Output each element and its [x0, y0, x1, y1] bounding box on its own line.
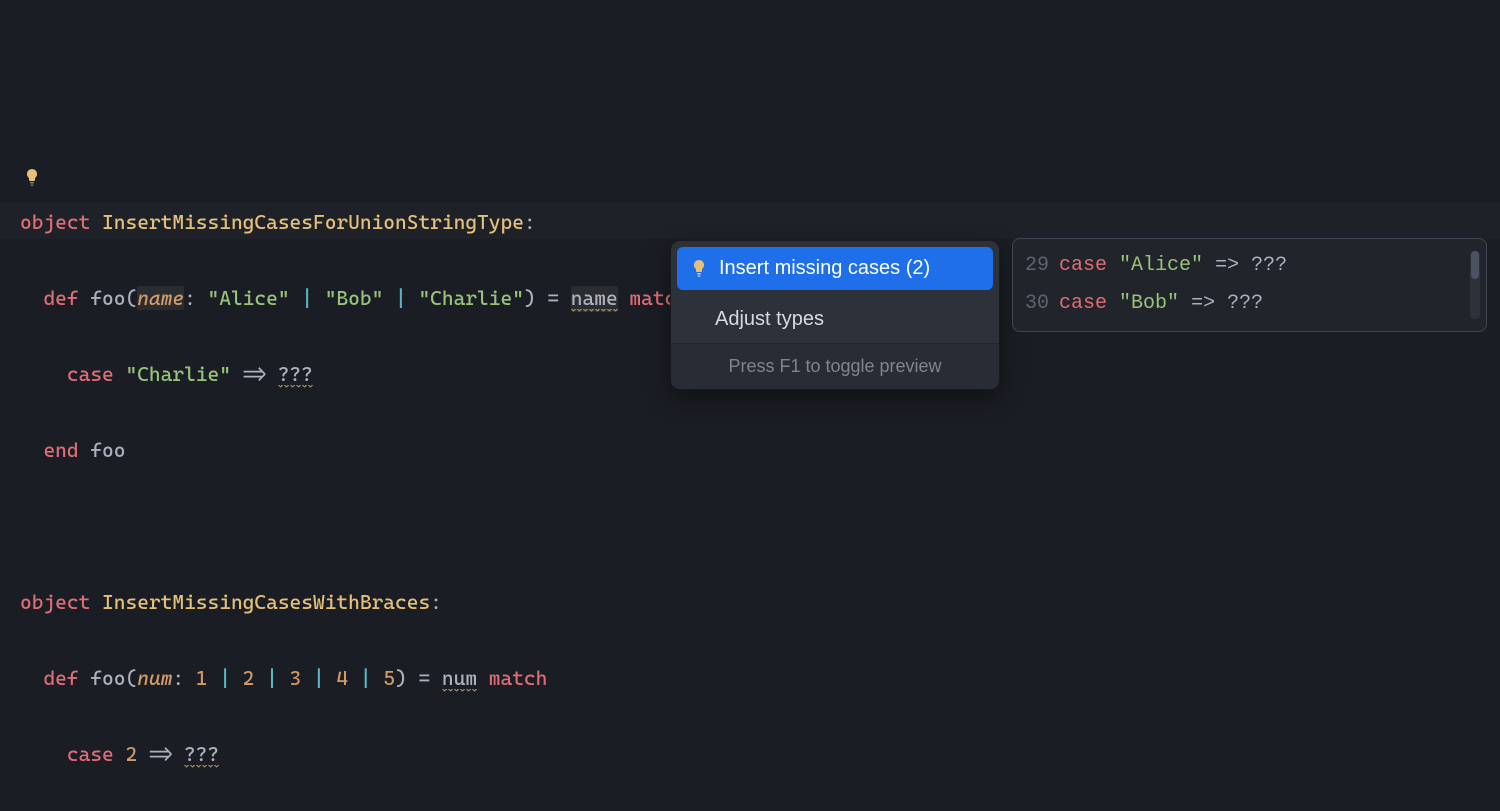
- code-line: object InsertMissingCasesWithBraces:: [20, 583, 688, 621]
- code-line: def foo(num: 1 | 2 | 3 | 4 | 5) = num ma…: [20, 659, 688, 697]
- type-name: InsertMissingCasesForUnionStringType: [102, 210, 524, 234]
- code-line: object InsertMissingCasesForUnionStringT…: [20, 203, 688, 241]
- preview-gutter: 29 30: [1013, 247, 1059, 323]
- code-line: end foo: [20, 431, 688, 469]
- code-actions-popup: Insert missing cases (2) Adjust types Pr…: [670, 240, 1000, 390]
- preview-scrollbar[interactable]: [1470, 251, 1480, 319]
- param-name: name: [137, 286, 184, 310]
- code-line: case "Charlie" => ???: [20, 355, 688, 393]
- type-name: InsertMissingCasesWithBraces: [102, 590, 430, 614]
- action-label: Adjust types: [715, 308, 824, 331]
- keyword-def: def: [43, 286, 78, 310]
- match-subject: name: [571, 286, 618, 312]
- keyword-object: object: [20, 210, 90, 234]
- code-line: [20, 507, 688, 545]
- popup-footer-hint: Press F1 to toggle preview: [671, 343, 999, 389]
- keyword-case: case: [67, 362, 114, 386]
- action-adjust-types[interactable]: Adjust types: [671, 296, 999, 343]
- code-action-preview: 29 30 case "Alice" => ??? case "Bob" => …: [1012, 238, 1487, 332]
- keyword-object: object: [20, 590, 90, 614]
- keyword-end: end: [43, 438, 78, 462]
- code-line: case 2 => ???: [20, 735, 688, 773]
- code-editor[interactable]: object InsertMissingCasesForUnionStringT…: [20, 165, 688, 811]
- preview-code: case "Alice" => ??? case "Bob" => ???: [1059, 247, 1470, 323]
- action-insert-missing-cases[interactable]: Insert missing cases (2): [677, 247, 993, 290]
- scrollbar-thumb[interactable]: [1471, 251, 1479, 279]
- action-label: Insert missing cases (2): [719, 257, 930, 280]
- fn-name: foo: [90, 286, 125, 310]
- code-line: def foo(name: "Alice" | "Bob" | "Charlie…: [20, 279, 688, 317]
- lightbulb-icon: [689, 259, 709, 279]
- keyword-def: def: [43, 666, 78, 690]
